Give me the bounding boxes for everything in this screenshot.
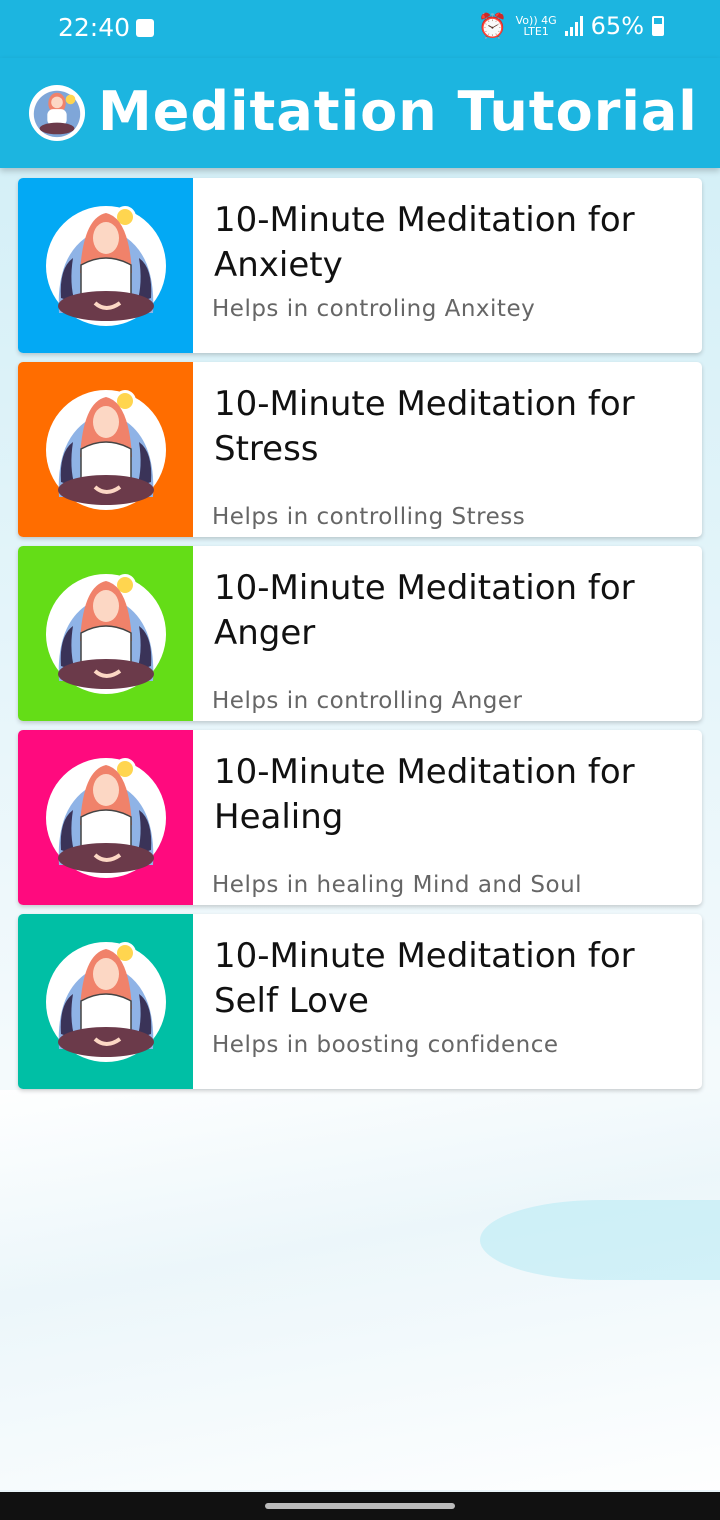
list-item-self-love[interactable]: 10-Minute Meditation for Self Love Helps… [18, 914, 702, 1089]
item-title: 10-Minute Meditation for Anxiety [214, 200, 635, 285]
item-title: 10-Minute Meditation for Stress [214, 384, 635, 469]
network-indicator: Vo)) 4G LTE1 [516, 15, 557, 37]
status-bar: 22:40 ⏰ Vo)) 4G LTE1 65% [0, 0, 720, 58]
item-title: 10-Minute Meditation for Anger [214, 568, 635, 653]
thumbnail [18, 730, 193, 905]
thumbnail [18, 914, 193, 1089]
battery-icon [652, 16, 664, 36]
meditation-illustration-icon [46, 206, 166, 326]
meditation-illustration-icon [46, 390, 166, 510]
meditation-illustration-icon [46, 574, 166, 694]
item-subtitle: Helps in controlling Stress [212, 504, 526, 530]
network-bottom-label: LTE1 [523, 25, 549, 38]
item-subtitle: Helps in controling Anxitey [212, 296, 536, 322]
home-gesture-handle[interactable] [265, 1503, 455, 1509]
battery-percent: 65% [590, 12, 644, 40]
list-item-stress[interactable]: 10-Minute Meditation for Stress Helps in… [18, 362, 702, 537]
list-item-healing[interactable]: 10-Minute Meditation for Healing Helps i… [18, 730, 702, 905]
thumbnail [18, 362, 193, 537]
background-water [480, 1200, 720, 1280]
thumbnail [18, 546, 193, 721]
item-title: 10-Minute Meditation for Healing [214, 752, 635, 837]
list-item-anxiety[interactable]: 10-Minute Meditation for Anxiety Helps i… [18, 178, 702, 353]
meditation-illustration-icon [46, 942, 166, 1062]
thumbnail [18, 178, 193, 353]
navigation-bar [0, 1492, 720, 1520]
gallery-notification-icon [136, 19, 154, 37]
item-subtitle: Helps in healing Mind and Soul [212, 872, 583, 898]
list-item-anger[interactable]: 10-Minute Meditation for Anger Helps in … [18, 546, 702, 721]
app-bar: Meditation Tutorial [0, 58, 720, 168]
app-logo-icon [28, 84, 86, 142]
app-title: Meditation Tutorial [98, 80, 698, 143]
item-title: 10-Minute Meditation for Self Love [214, 936, 635, 1021]
background-snow [0, 1090, 720, 1490]
item-subtitle: Helps in boosting confidence [212, 1032, 559, 1058]
item-subtitle: Helps in controlling Anger [212, 688, 523, 714]
status-icons: ⏰ Vo)) 4G LTE1 65% [478, 12, 664, 40]
status-time: 22:40 [58, 13, 131, 42]
alarm-icon: ⏰ [477, 12, 508, 40]
signal-icon [564, 16, 583, 36]
meditation-illustration-icon [46, 758, 166, 878]
